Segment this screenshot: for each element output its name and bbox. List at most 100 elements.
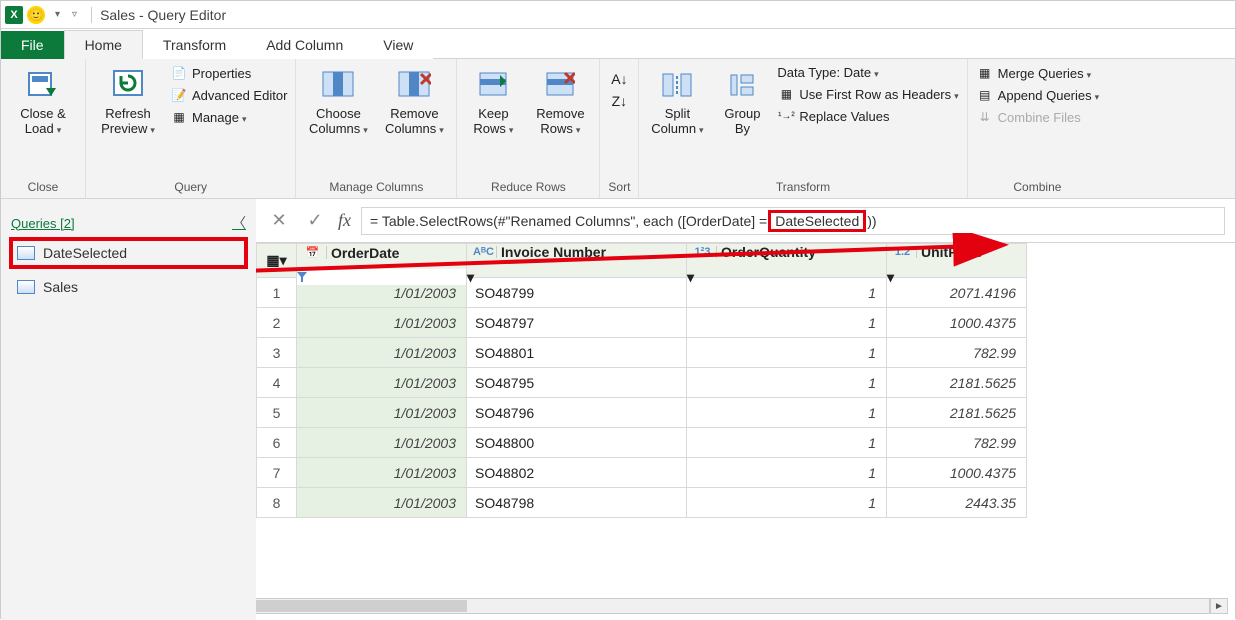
group-transform: Split Column Group By Data Type: Date ▦U…: [639, 59, 967, 198]
fx-icon[interactable]: fx: [338, 210, 351, 231]
row-number[interactable]: 5: [257, 398, 297, 428]
cell-price[interactable]: 782.99: [887, 428, 1027, 458]
formula-input[interactable]: = Table.SelectRows(#"Renamed Columns", e…: [361, 207, 1225, 235]
type-icon[interactable]: 1²3: [693, 246, 717, 258]
cell-orderdate[interactable]: 1/01/2003: [297, 308, 467, 338]
row-number[interactable]: 7: [257, 458, 297, 488]
cell-price[interactable]: 1000.4375: [887, 458, 1027, 488]
cell-orderdate[interactable]: 1/01/2003: [297, 428, 467, 458]
cell-price[interactable]: 2443.35: [887, 488, 1027, 518]
queries-header[interactable]: Queries [2]: [11, 216, 75, 231]
formula-bar: ✕ ✓ fx = Table.SelectRows(#"Renamed Colu…: [256, 199, 1235, 243]
cell-qty[interactable]: 1: [687, 308, 887, 338]
cell-qty[interactable]: 1: [687, 428, 887, 458]
cell-invoice[interactable]: SO48802: [467, 458, 687, 488]
cell-qty[interactable]: 1: [687, 488, 887, 518]
filter-button[interactable]: ▾: [687, 269, 886, 286]
table-row[interactable]: 81/01/2003SO4879812443.35: [257, 488, 1027, 518]
properties-button[interactable]: 📄Properties: [170, 63, 287, 83]
cell-qty[interactable]: 1: [687, 458, 887, 488]
filter-button[interactable]: ▾: [887, 269, 1026, 286]
qat-overflow-icon[interactable]: ▿: [72, 9, 77, 20]
type-icon[interactable]: 1.2: [893, 246, 917, 258]
cell-price[interactable]: 782.99: [887, 338, 1027, 368]
tab-view[interactable]: View: [363, 31, 433, 59]
cell-orderdate[interactable]: 1/01/2003: [297, 338, 467, 368]
group-combine: ▦Merge Queries ▤Append Queries ⇊Combine …: [968, 59, 1107, 198]
type-icon[interactable]: 📅: [303, 246, 327, 259]
merge-queries-button[interactable]: ▦Merge Queries: [976, 63, 1099, 83]
select-all-corner[interactable]: ▦▾: [257, 244, 297, 278]
refresh-preview-button[interactable]: Refresh Preview: [94, 63, 162, 137]
table-row[interactable]: 71/01/2003SO4880211000.4375: [257, 458, 1027, 488]
cell-invoice[interactable]: SO48795: [467, 368, 687, 398]
table-row[interactable]: 61/01/2003SO488001782.99: [257, 428, 1027, 458]
append-queries-button[interactable]: ▤Append Queries: [976, 85, 1099, 105]
column-header-invoice-number[interactable]: AᴮCInvoice Number▾: [467, 244, 687, 278]
sort-asc-button[interactable]: A↓: [610, 69, 628, 89]
row-number[interactable]: 4: [257, 368, 297, 398]
scroll-right-button[interactable]: ►: [1210, 598, 1228, 614]
row-number[interactable]: 1: [257, 278, 297, 308]
choose-columns-button[interactable]: Choose Columns: [304, 63, 372, 137]
cell-orderdate[interactable]: 1/01/2003: [297, 458, 467, 488]
cell-qty[interactable]: 1: [687, 338, 887, 368]
tab-transform[interactable]: Transform: [143, 31, 246, 59]
tab-home[interactable]: Home: [64, 30, 143, 59]
advanced-editor-button[interactable]: 📝Advanced Editor: [170, 85, 287, 105]
column-header-unitprice[interactable]: 1.2UnitPrice▾: [887, 244, 1027, 278]
accept-formula-button[interactable]: ✓: [302, 208, 328, 234]
tab-file[interactable]: File: [1, 31, 64, 59]
group-by-button[interactable]: Group By: [715, 63, 769, 137]
group-label-sort: Sort: [608, 178, 630, 196]
manage-button[interactable]: ▦Manage: [170, 107, 287, 127]
collapse-queries-icon[interactable]: 〈: [232, 213, 246, 233]
row-number[interactable]: 6: [257, 428, 297, 458]
cell-orderdate[interactable]: 1/01/2003: [297, 398, 467, 428]
row-number[interactable]: 2: [257, 308, 297, 338]
data-type-button[interactable]: Data Type: Date: [777, 63, 958, 82]
row-number[interactable]: 8: [257, 488, 297, 518]
column-header-orderquantity[interactable]: 1²3OrderQuantity▾: [687, 244, 887, 278]
cell-orderdate[interactable]: 1/01/2003: [297, 368, 467, 398]
qat-dropdown-icon[interactable]: ▾: [55, 9, 60, 20]
cell-price[interactable]: 2181.5625: [887, 398, 1027, 428]
tab-add-column[interactable]: Add Column: [246, 31, 363, 59]
filter-button[interactable]: [297, 269, 466, 285]
cell-qty[interactable]: 1: [687, 398, 887, 428]
cell-invoice[interactable]: SO48800: [467, 428, 687, 458]
combine-files-button: ⇊Combine Files: [976, 107, 1099, 127]
table-row[interactable]: 21/01/2003SO4879711000.4375: [257, 308, 1027, 338]
replace-values-button[interactable]: ¹→²Replace Values: [777, 106, 958, 126]
group-label-transform: Transform: [776, 178, 830, 196]
cell-invoice[interactable]: SO48797: [467, 308, 687, 338]
cell-price[interactable]: 1000.4375: [887, 308, 1027, 338]
query-item-dateselected[interactable]: DateSelected: [11, 239, 246, 267]
table-row[interactable]: 51/01/2003SO4879612181.5625: [257, 398, 1027, 428]
close-and-load-button[interactable]: Close & Load: [9, 63, 77, 137]
cancel-formula-button[interactable]: ✕: [266, 208, 292, 234]
type-icon[interactable]: AᴮC: [473, 246, 497, 258]
smiley-icon[interactable]: 🙂: [27, 6, 45, 24]
ribbon: Close & Load Close Refresh Preview 📄Prop…: [1, 59, 1235, 199]
keep-rows-button[interactable]: Keep Rows: [465, 63, 521, 137]
query-item-sales[interactable]: Sales: [11, 273, 246, 301]
data-grid[interactable]: ▦▾ 📅OrderDateAᴮCInvoice Number▾1²3OrderQ…: [256, 243, 1235, 518]
table-row[interactable]: 41/01/2003SO4879512181.5625: [257, 368, 1027, 398]
cell-qty[interactable]: 1: [687, 368, 887, 398]
remove-rows-button[interactable]: Remove Rows: [529, 63, 591, 137]
row-number[interactable]: 3: [257, 338, 297, 368]
sort-desc-button[interactable]: Z↓: [610, 91, 628, 111]
cell-price[interactable]: 2181.5625: [887, 368, 1027, 398]
filter-button[interactable]: ▾: [467, 269, 686, 286]
split-column-button[interactable]: Split Column: [647, 63, 707, 137]
cell-orderdate[interactable]: 1/01/2003: [297, 488, 467, 518]
table-row[interactable]: 31/01/2003SO488011782.99: [257, 338, 1027, 368]
column-header-orderdate[interactable]: 📅OrderDate: [297, 244, 467, 278]
manage-icon: ▦: [170, 109, 188, 125]
remove-columns-button[interactable]: Remove Columns: [380, 63, 448, 137]
cell-invoice[interactable]: SO48796: [467, 398, 687, 428]
cell-invoice[interactable]: SO48801: [467, 338, 687, 368]
cell-invoice[interactable]: SO48798: [467, 488, 687, 518]
first-row-headers-button[interactable]: ▦Use First Row as Headers: [777, 84, 958, 104]
